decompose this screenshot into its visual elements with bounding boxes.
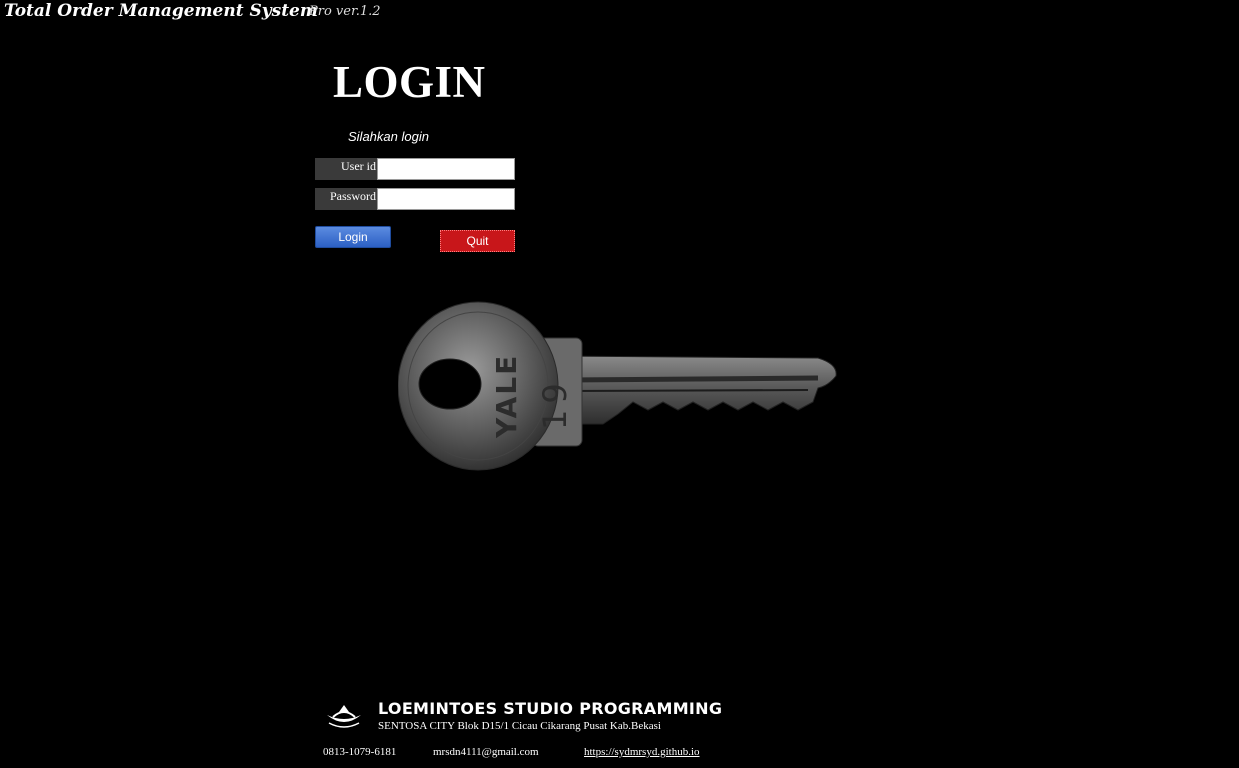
studio-address: SENTOSA CITY Blok D15/1 Cicau Cikarang P… [378,720,661,732]
password-label: Password [315,188,377,210]
studio-logo-icon [327,705,361,728]
website-link[interactable]: https://sydmrsyd.github.io [584,746,700,758]
key-hole [418,358,482,410]
password-input[interactable] [377,188,515,210]
login-heading: LOGIN [333,57,486,107]
studio-name: LOEMINTOES STUDIO PROGRAMMING [378,699,723,718]
user-id-row: User id [315,158,515,180]
contact-email: mrsdn4111@gmail.com [433,746,539,758]
svg-text:YALE: YALE [490,354,523,439]
key-image: YALE 19 [398,301,837,471]
app-title: Total Order Management System [4,1,318,21]
contact-phone: 0813-1079-6181 [323,746,397,758]
login-subtitle: Silahkan login [348,129,429,144]
version-label: Pro ver.1.2 [309,4,381,19]
user-id-input[interactable] [377,158,515,180]
login-button[interactable]: Login [315,226,391,248]
svg-text:19: 19 [536,377,574,430]
quit-button[interactable]: Quit [440,230,515,252]
password-row: Password [315,188,515,210]
user-id-label: User id [315,158,377,180]
login-window: Total Order Management System Pro ver.1.… [0,0,1239,768]
